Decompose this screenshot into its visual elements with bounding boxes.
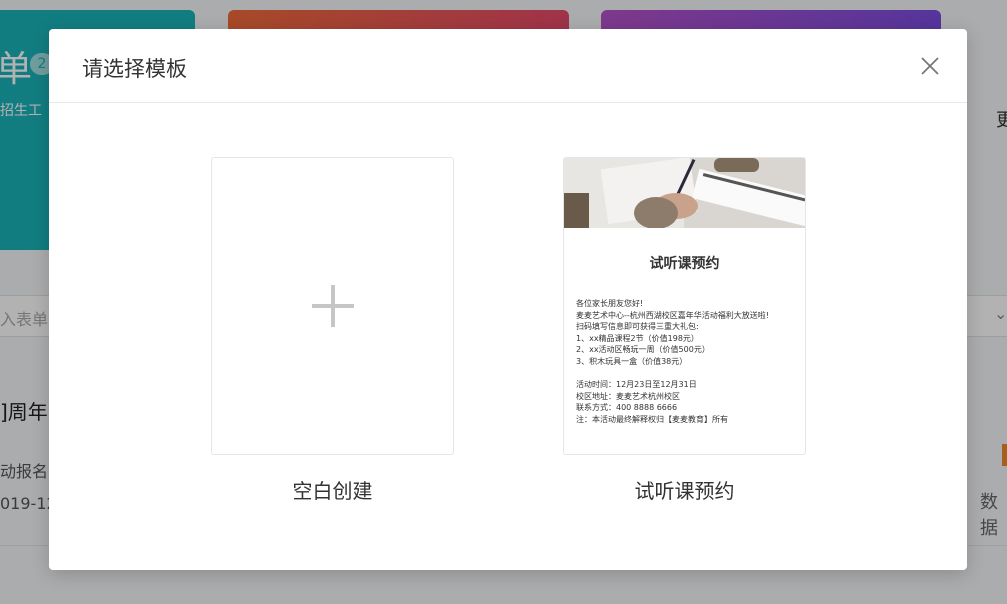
- template-card-blank[interactable]: [211, 157, 454, 455]
- preview-line: 3、积木玩具一盒（价值38元）: [576, 356, 688, 366]
- preview-line: 2、xx活动区畅玩一周（价值500元）: [576, 345, 710, 355]
- template-card-trial-class[interactable]: 试听课预约 各位家长朋友您好! 麦麦艺术中心--杭州西湖校区嘉年华活动福利大放送…: [563, 157, 806, 455]
- preview-line: 麦麦艺术中心--杭州西湖校区嘉年华活动福利大放送啦!: [576, 310, 769, 320]
- template-picker-modal: 请选择模板 空白创建 试听课预约 各位家长朋友您好! 麦麦艺术中心--杭州西湖校…: [49, 29, 967, 570]
- preview-photo: [564, 158, 805, 228]
- preview-line: 注：本活动最终解释权归【麦麦教育】所有: [576, 414, 728, 424]
- preview-line: 联系方式：400 8888 6666: [576, 403, 678, 413]
- preview-line: 扫码填写信息即可获得三重大礼包:: [576, 322, 699, 332]
- template-caption-trial-class[interactable]: 试听课预约: [563, 475, 806, 504]
- preview-line: 活动时间：12月23日至12月31日: [576, 380, 697, 390]
- preview-spacer: [576, 368, 801, 380]
- preview-line: 校区地址：麦麦艺术杭州校区: [576, 391, 680, 401]
- preview-title: 试听课预约: [649, 256, 720, 272]
- close-icon[interactable]: [919, 55, 941, 77]
- template-caption-blank[interactable]: 空白创建: [211, 475, 454, 504]
- preview-line: 1、xx精品课程2节（价值198元）: [576, 333, 699, 343]
- preview-line: 各位家长朋友您好!: [576, 299, 644, 308]
- plus-icon: [312, 285, 354, 327]
- modal-title: 请选择模板: [82, 57, 187, 81]
- modal-header: 请选择模板: [49, 29, 967, 103]
- preview-body: 各位家长朋友您好! 麦麦艺术中心--杭州西湖校区嘉年华活动福利大放送啦! 扫码填…: [576, 298, 801, 426]
